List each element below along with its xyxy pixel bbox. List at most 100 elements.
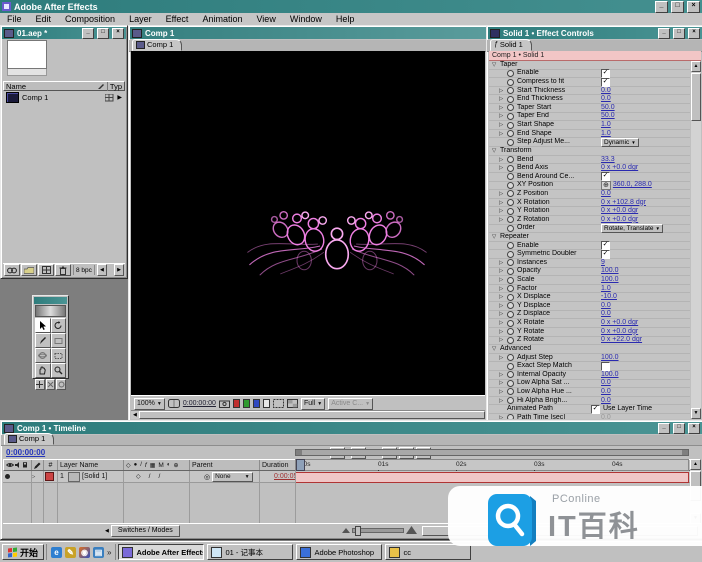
- mask-rect-tool-icon[interactable]: [51, 333, 67, 348]
- twirl-closed-icon[interactable]: ▷: [499, 267, 507, 275]
- timeline-timecode[interactable]: 0:00:00:00: [6, 448, 45, 457]
- property-value[interactable]: 0.0: [601, 379, 611, 387]
- pen-tool-icon[interactable]: [35, 333, 51, 348]
- resolution-dropdown[interactable]: Full ▼: [301, 398, 325, 410]
- current-time-indicator[interactable]: [296, 459, 305, 471]
- twirl-closed-icon[interactable]: ▷: [499, 397, 507, 405]
- snapshot-icon[interactable]: [219, 399, 230, 408]
- region-of-interest-icon[interactable]: [273, 399, 284, 408]
- menu-layer[interactable]: Layer: [122, 14, 159, 24]
- effect-row-adjust-step[interactable]: ▷Adjust Step100.0: [489, 354, 690, 363]
- effect-row-low-alpha-hue[interactable]: ▷Low Alpha Hue ...0.0: [489, 388, 690, 397]
- effect-row-bend-axis[interactable]: ▷Bend Axis0 x +0.0 dgr: [489, 164, 690, 173]
- twirl-closed-icon[interactable]: ▷: [499, 112, 507, 120]
- effect-row-y-rotation[interactable]: ▷Y Rotation0 x +0.0 dgr: [489, 207, 690, 216]
- hscroll-left-icon[interactable]: ◀: [97, 264, 107, 276]
- timeline-scroll-up-icon[interactable]: ▲: [690, 459, 701, 470]
- fx-maximize-icon[interactable]: □: [673, 28, 685, 39]
- effect-row-low-alpha-sat[interactable]: ▷Low Alpha Sat ...0.0: [489, 380, 690, 389]
- stopwatch-icon[interactable]: [507, 87, 514, 94]
- dropdown[interactable]: Dynamic▼: [601, 138, 639, 147]
- ie-icon[interactable]: e: [51, 547, 62, 558]
- comp-viewport[interactable]: [131, 51, 485, 396]
- effect-row-taper-start[interactable]: ▷Taper Start50.0: [489, 104, 690, 113]
- twirl-closed-icon[interactable]: ▷: [499, 259, 507, 267]
- switches-modes-button[interactable]: Switches / Modes: [111, 525, 180, 537]
- scroll-left-icon[interactable]: ◀: [131, 412, 139, 418]
- effect-row-animated-path[interactable]: Animated Path✓Use Layer Time: [489, 405, 690, 414]
- stopwatch-icon[interactable]: [507, 294, 514, 301]
- stopwatch-icon[interactable]: [507, 104, 514, 111]
- switches-toggle-left-icon[interactable]: ◀: [103, 528, 111, 534]
- rotation-tool-icon[interactable]: [51, 318, 67, 333]
- stopwatch-icon[interactable]: [507, 277, 514, 284]
- pen-launcher-icon[interactable]: ✎: [65, 547, 76, 558]
- maximize-icon[interactable]: □: [671, 1, 684, 13]
- effect-row-advanced[interactable]: ▽Advanced: [489, 345, 690, 354]
- stopwatch-icon[interactable]: [507, 380, 514, 387]
- magnification-dropdown[interactable]: 100% ▼: [134, 398, 165, 410]
- project-maximize-icon[interactable]: □: [97, 28, 109, 39]
- checkbox[interactable]: ✓: [601, 250, 610, 259]
- transparency-grid-icon[interactable]: [287, 399, 298, 408]
- timeline-minimize-icon[interactable]: _: [658, 423, 670, 434]
- scroll-up-icon[interactable]: ▲: [691, 61, 701, 72]
- property-value[interactable]: 0 x +0.0 dgr: [601, 207, 638, 215]
- twirl-open-icon[interactable]: ▽: [492, 345, 500, 353]
- property-value[interactable]: 0.0: [601, 302, 611, 310]
- layer-quality-icon[interactable]: ◇: [136, 473, 141, 480]
- property-value[interactable]: 9: [601, 259, 605, 267]
- camera-view-dropdown[interactable]: Active C... ▼: [328, 398, 373, 410]
- stopwatch-icon[interactable]: [507, 285, 514, 292]
- checkbox[interactable]: [601, 362, 610, 371]
- menu-composition[interactable]: Composition: [58, 14, 122, 24]
- twirl-closed-icon[interactable]: ▷: [499, 276, 507, 284]
- property-value[interactable]: 0.0: [601, 190, 611, 198]
- stopwatch-icon[interactable]: [507, 225, 514, 232]
- property-value[interactable]: 1.0: [601, 285, 611, 293]
- twirl-closed-icon[interactable]: ▷: [499, 164, 507, 172]
- twirl-closed-icon[interactable]: ▷: [499, 388, 507, 396]
- twirl-closed-icon[interactable]: ▷: [499, 414, 507, 419]
- effect-row-instances[interactable]: ▷Instances9: [489, 259, 690, 268]
- effect-row-z-rotate[interactable]: ▷Z Rotate0 x +22.0 dgr: [489, 337, 690, 346]
- effect-row-x-displace[interactable]: ▷X Displace-10.0: [489, 293, 690, 302]
- timeline-titlebar[interactable]: Comp 1 • Timeline _ □ ×: [2, 422, 702, 434]
- show-desktop-icon[interactable]: ▤: [93, 547, 104, 558]
- column-name[interactable]: Name: [6, 82, 26, 91]
- channel-red-icon[interactable]: [233, 399, 240, 408]
- property-value[interactable]: 50.0: [601, 112, 615, 120]
- effect-row-hi-alpha-brigh[interactable]: ▷Hi Alpha Brigh...0.0: [489, 397, 690, 406]
- stopwatch-icon[interactable]: [507, 173, 514, 180]
- property-value[interactable]: 100.0: [601, 354, 619, 362]
- channel-blue-icon[interactable]: [253, 399, 260, 408]
- stopwatch-icon[interactable]: [507, 70, 514, 77]
- menu-file[interactable]: File: [0, 14, 29, 24]
- stopwatch-icon[interactable]: [507, 251, 514, 258]
- property-value[interactable]: 360.0, 288.0: [613, 181, 652, 189]
- property-value[interactable]: 0.0: [601, 310, 611, 318]
- effect-row-z-position[interactable]: ▷Z Position0.0: [489, 190, 690, 199]
- stopwatch-icon[interactable]: [507, 139, 514, 146]
- layer-color-box[interactable]: [45, 472, 54, 481]
- effect-row-bend-around-ce[interactable]: Bend Around Ce...✓: [489, 173, 690, 182]
- stopwatch-icon[interactable]: [507, 96, 514, 103]
- property-value[interactable]: 0 x +102.8 dgr: [601, 199, 646, 207]
- property-value[interactable]: 100.0: [601, 371, 619, 379]
- menu-help[interactable]: Help: [329, 14, 362, 24]
- comp-hscrollbar[interactable]: ◀: [131, 410, 485, 419]
- property-value[interactable]: 0.0: [601, 397, 611, 405]
- project-column-header[interactable]: Name Typ: [3, 81, 125, 91]
- effect-row-enable[interactable]: Enable✓: [489, 70, 690, 79]
- layer-eye-icon[interactable]: [5, 474, 10, 479]
- twirl-closed-icon[interactable]: ▷: [499, 285, 507, 293]
- comp-titlebar[interactable]: Comp 1: [130, 27, 486, 39]
- stopwatch-icon[interactable]: [507, 156, 514, 163]
- bit-depth-label[interactable]: 8 bpc: [76, 267, 92, 274]
- effect-row-exact-step-match[interactable]: Exact Step Match: [489, 362, 690, 371]
- effect-row-taper-end[interactable]: ▷Taper End50.0: [489, 113, 690, 122]
- stopwatch-icon[interactable]: [507, 130, 514, 137]
- twirl-closed-icon[interactable]: ▷: [499, 216, 507, 224]
- property-value[interactable]: 0 x +22.0 dgr: [601, 336, 642, 344]
- effect-row-start-thickness[interactable]: ▷Start Thickness0.0: [489, 87, 690, 96]
